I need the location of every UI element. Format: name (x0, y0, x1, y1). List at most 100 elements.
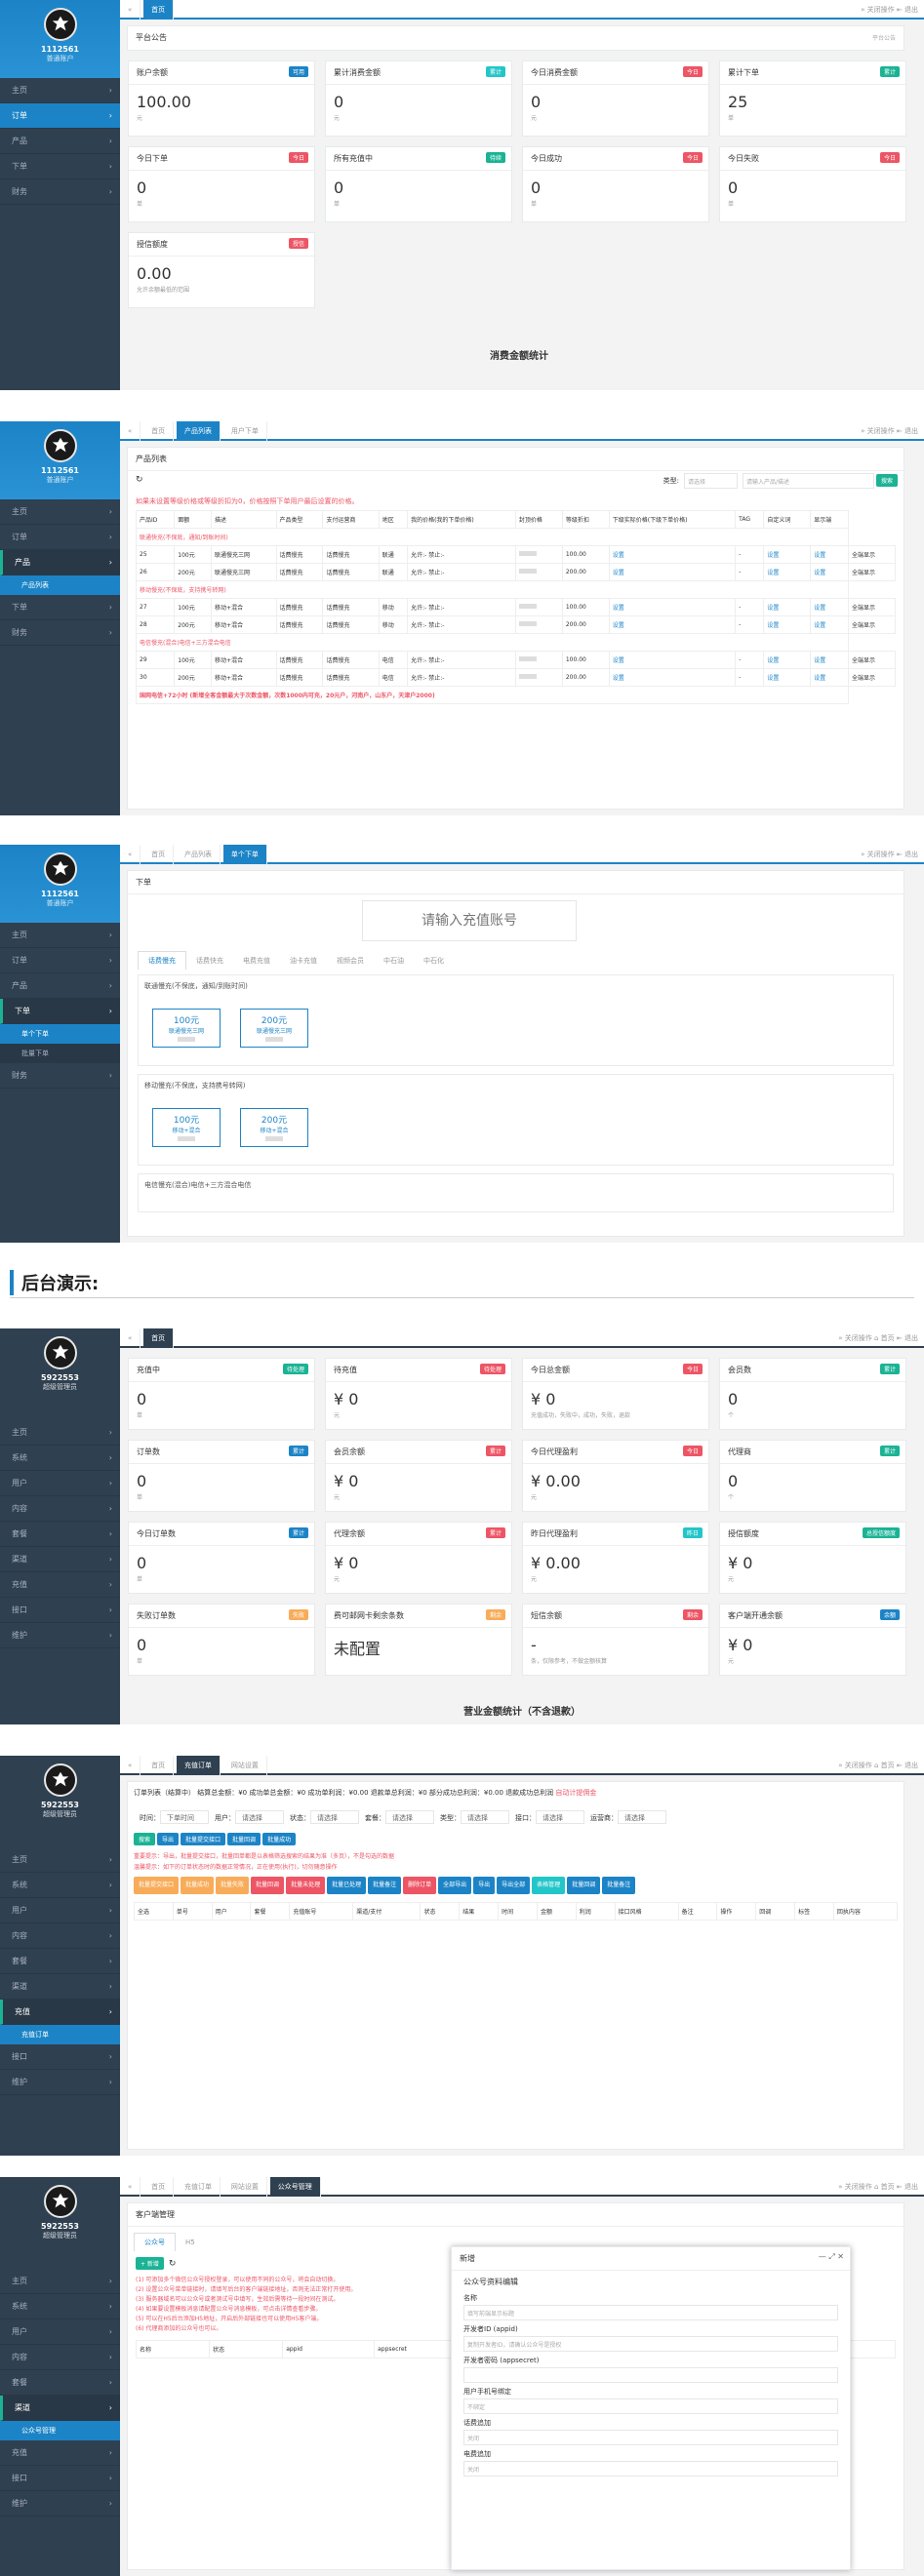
sidebar-item-orders[interactable]: 订单 (0, 103, 120, 129)
sidebar-item[interactable]: 主页 (0, 1420, 120, 1446)
tab-back[interactable]: « (120, 2177, 141, 2197)
tab-back[interactable]: « (120, 0, 141, 20)
table-cell[interactable]: 设置 (763, 563, 812, 581)
close-ops[interactable]: 关闭操作 (845, 2183, 872, 2191)
sidebar-item-home[interactable]: 主页 (0, 923, 120, 948)
order-subtab[interactable]: 视频会员 (327, 952, 374, 970)
table-cell[interactable]: 设置 (810, 668, 849, 687)
search-button[interactable]: 搜索 (875, 474, 898, 487)
display-cell[interactable]: 全端显示 (847, 545, 897, 564)
sidebar-item[interactable]: 充值 (0, 1572, 120, 1598)
sidebar-item[interactable]: 接口 (0, 1598, 120, 1623)
table-cell[interactable] (514, 615, 563, 634)
tab-back[interactable]: « (120, 1756, 141, 1775)
display-cell[interactable]: 全端显示 (847, 651, 897, 669)
table-cell[interactable]: 设置 (810, 615, 849, 634)
home-link[interactable]: 首页 (881, 1762, 895, 1769)
field-input[interactable]: 填写前端显示标题 (463, 2305, 838, 2320)
modal-window-controls[interactable]: — ⤢ ✕ (819, 2252, 844, 2262)
tab-home[interactable]: 首页 (143, 0, 175, 20)
batch-action-button[interactable]: 批量备注 (602, 1877, 636, 1894)
sidebar-item-finance[interactable]: 财务 (0, 1063, 120, 1089)
product-option[interactable]: 100元 联通慢充三网 (152, 1009, 221, 1048)
account-input[interactable]: 请输入充值账号 (362, 900, 577, 941)
batch-action-button[interactable]: 删除订单 (403, 1877, 437, 1894)
notice-right[interactable]: 平台公告 (872, 33, 896, 42)
sidebar-item[interactable]: 内容 (0, 1496, 120, 1522)
sidebar-item[interactable]: 系统 (0, 2294, 120, 2319)
table-cell[interactable]: 设置 (608, 563, 737, 581)
filter-select[interactable]: 请选择 (618, 1810, 666, 1824)
tab-h5[interactable]: H5 (176, 2235, 205, 2250)
batch-action-button[interactable]: 批量已处理 (327, 1877, 367, 1894)
sidebar-item-finance[interactable]: 财务 (0, 620, 120, 646)
sidebar-sub-product-list[interactable]: 产品列表 (0, 575, 120, 595)
close-ops[interactable]: 关闭操作 (845, 1762, 872, 1769)
sidebar-sub-item[interactable]: 充值订单 (0, 2025, 120, 2044)
topbar-right[interactable]: » 关闭操作 ⇤ 退出 (861, 845, 918, 864)
tab-place-order[interactable]: 用户下单 (223, 421, 267, 441)
filter-select[interactable]: 请选择 (385, 1810, 434, 1824)
close-ops[interactable]: 关闭操作 (845, 1334, 872, 1342)
admin-role[interactable]: 超级管理员 (0, 1809, 120, 1819)
sidebar-item-home[interactable]: 主页 (0, 499, 120, 525)
field-input[interactable] (463, 2367, 838, 2383)
sidebar-item-place-order[interactable]: 下单 (0, 999, 120, 1024)
table-cell[interactable]: 设置 (763, 598, 812, 616)
sidebar-item[interactable]: 维护 (0, 2491, 120, 2517)
sidebar-item[interactable]: 主页 (0, 1847, 120, 1873)
product-option[interactable]: 100元 移动+混合 (152, 1108, 221, 1147)
table-cell[interactable]: 设置 (810, 563, 849, 581)
table-cell[interactable]: 设置 (810, 598, 849, 616)
table-cell[interactable]: 设置 (608, 545, 737, 564)
sidebar-item-products[interactable]: 产品 (0, 129, 120, 154)
table-cell[interactable] (514, 545, 563, 564)
type-select[interactable]: 请选择 (684, 473, 738, 489)
sidebar-item[interactable]: 内容 (0, 2345, 120, 2370)
table-cell[interactable]: 设置 (608, 668, 737, 687)
close-ops[interactable]: 关闭操作 (867, 851, 895, 858)
sidebar-item-home[interactable]: 主页 (0, 78, 120, 103)
field-input[interactable]: 关闭 (463, 2430, 838, 2445)
filter-select[interactable]: 下单时间 (160, 1810, 209, 1824)
search-action-button[interactable]: 批量提交接口 (181, 1833, 226, 1845)
user-role[interactable]: 普通账户 (0, 54, 120, 63)
filter-select[interactable]: 请选择 (536, 1810, 584, 1824)
batch-action-button[interactable]: 批量回调 (251, 1877, 285, 1894)
tab-home[interactable]: 首页 (143, 2177, 175, 2197)
sidebar-sub-single-order[interactable]: 单个下单 (0, 1024, 120, 1044)
order-subtab[interactable]: 中石化 (414, 952, 454, 970)
sidebar-item[interactable]: 维护 (0, 2070, 120, 2095)
product-option[interactable]: 200元 移动+混合 (240, 1108, 308, 1147)
batch-action-button[interactable]: 批量提交接口 (134, 1877, 180, 1894)
exit-link[interactable]: 退出 (904, 427, 918, 435)
tab-product-list[interactable]: 产品列表 (177, 421, 221, 441)
tab-home[interactable]: 首页 (143, 1328, 175, 1348)
table-cell[interactable]: 设置 (810, 651, 849, 669)
product-option[interactable]: 200元 联通慢充三网 (240, 1009, 308, 1048)
sidebar-item[interactable]: 套餐 (0, 2370, 120, 2396)
sidebar-item-orders[interactable]: 订单 (0, 948, 120, 973)
sidebar-item[interactable]: 维护 (0, 1623, 120, 1648)
sidebar-item[interactable]: 系统 (0, 1873, 120, 1898)
search-action-button[interactable]: 批量回调 (227, 1833, 261, 1845)
order-subtab[interactable]: 中石油 (374, 952, 414, 970)
sidebar-item-products[interactable]: 产品 (0, 550, 120, 575)
tab-home[interactable]: 首页 (143, 845, 175, 864)
batch-action-button[interactable]: 导出 (473, 1877, 496, 1894)
sidebar-item[interactable]: 内容 (0, 1923, 120, 1949)
sidebar-item[interactable]: 系统 (0, 1446, 120, 1471)
table-cell[interactable] (514, 563, 563, 581)
sidebar-item[interactable]: 套餐 (0, 1949, 120, 1974)
sidebar-item[interactable]: 充值 (0, 2440, 120, 2466)
home-link[interactable]: 首页 (881, 2183, 895, 2191)
sidebar-item-place-order[interactable]: 下单 (0, 154, 120, 179)
table-cell[interactable]: 设置 (763, 651, 812, 669)
batch-action-button[interactable]: 批量回调 (567, 1877, 601, 1894)
batch-action-button[interactable]: 批量未处理 (286, 1877, 326, 1894)
topbar-right[interactable]: » 关闭操作 ⇤ 退出 (861, 421, 918, 441)
batch-action-button[interactable]: 批量备注 (368, 1877, 402, 1894)
tab-recharge-orders[interactable]: 充值订单 (177, 2177, 221, 2197)
sidebar-item[interactable]: 渠道 (0, 1974, 120, 2000)
search-input[interactable]: 请输入产品/描述 (743, 473, 874, 489)
